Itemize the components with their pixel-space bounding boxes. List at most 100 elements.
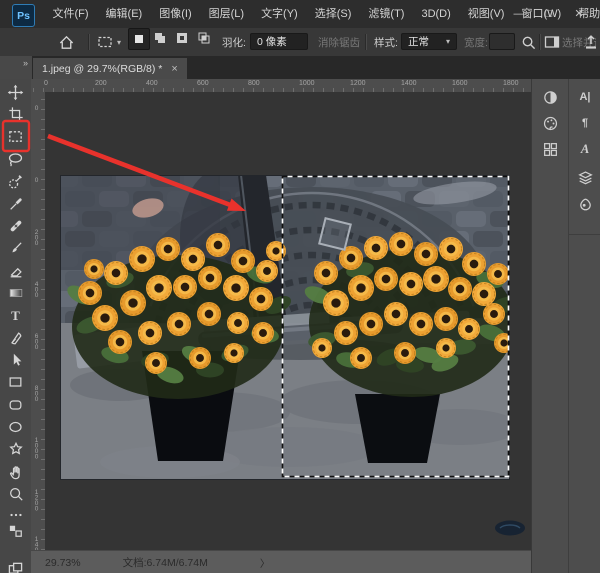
status-bar: 29.73% 文档:6.74M/6.74M 〉 [31,550,531,573]
ruler-tick-label: 400 [146,80,158,87]
maximize-button[interactable]: □ [534,0,564,28]
character-panel-icon[interactable]: A| [572,85,598,109]
default-swap-colors-icon[interactable] [3,520,28,542]
options-divider [365,34,367,50]
photoshop-window: Ps 文件(F)编辑(E)图像(I)图层(L)文字(Y)选择(S)滤镜(T)3D… [0,0,600,573]
menu-item[interactable]: 图像(I) [151,0,200,28]
layers-panel-icon[interactable] [572,165,598,189]
document-image-sunflowers[interactable] [60,175,510,480]
zoom-tool[interactable] [3,483,28,505]
menu-item[interactable]: 文字(Y) [253,0,307,28]
workspace-panel-icon[interactable] [544,28,560,56]
ruler-tick-label: 800 [33,385,40,402]
ruler-tick-label: 1800 [503,80,519,87]
options-divider [88,34,90,50]
swatches-panel-icon[interactable] [537,111,563,135]
minimize-button[interactable]: — [504,0,534,28]
horizontal-ruler[interactable]: 020040060080010001200140016001800 [33,79,531,93]
brush-tool[interactable] [3,237,28,259]
chevron-down-icon: ▾ [117,38,121,47]
ellipse-shape-tool[interactable] [3,416,28,438]
path-selection-tool[interactable] [3,349,28,371]
menu-item[interactable]: 编辑(E) [97,0,151,28]
custom-shape-tool[interactable] [3,438,28,460]
ruler-tick-label: 0 [33,105,40,111]
search-icon[interactable] [521,28,536,56]
panel-dock: A| ¶ A [531,79,600,573]
dock-divider [568,79,569,573]
tool-options-bar: ▾ 羽化: 0 像素 消除锯齿 样式: 正常 ▾ 宽度: 选择并遮住 [0,28,600,57]
ruler-tick-label: 1600 [452,80,468,87]
eyedropper-tool[interactable] [3,193,28,215]
menu-item[interactable]: 选择(S) [306,0,360,28]
ruler-tick-label: 200 [95,80,107,87]
ruler-tick-label: 0 [44,80,48,87]
rounded-rectangle-shape-tool[interactable] [3,394,28,416]
rectangle-shape-tool[interactable] [3,371,28,393]
menu-item[interactable]: 3D(D) [413,0,459,28]
feather-input[interactable]: 0 像素 [250,33,308,50]
document-tab-bar: » 1.jpeg @ 29.7%(RGB/8) * × [0,56,600,79]
lasso-tool[interactable] [3,148,28,170]
dock-divider [569,234,600,235]
close-button[interactable]: ✕ [564,0,594,28]
gradient-tool[interactable] [3,282,28,304]
screen-mode-icon[interactable] [3,557,28,573]
chevron-down-icon: ▾ [446,37,450,46]
rectangular-marquee-tool[interactable] [3,125,28,147]
menu-item[interactable]: 图层(L) [200,0,252,28]
move-tool[interactable] [3,81,28,103]
antialias-checkbox: 消除锯齿 [318,28,360,56]
ruler-tick-label: 1000 [299,80,315,87]
menu-item[interactable]: 文件(F) [44,0,97,28]
ruler-tick-label: 0 [33,177,40,183]
ruler-tick-label: 1200 [33,489,40,511]
toolbar-collapse-button[interactable]: » [0,56,32,79]
glyphs-panel-icon[interactable]: A [572,137,598,161]
eraser-tool[interactable] [3,260,28,282]
style-select[interactable]: 正常 ▾ [401,33,457,50]
feather-label: 羽化: [222,28,246,56]
ruler-tick-label: 1200 [350,80,366,87]
paragraph-panel-icon[interactable]: ¶ [572,111,598,135]
type-tool[interactable]: T [3,305,28,327]
document-size-info: 文档:6.74M/6.74M [123,555,208,570]
width-label: 宽度: [464,28,488,56]
pen-tool[interactable] [3,327,28,349]
ruler-tick-label: 600 [197,80,209,87]
ruler-tick-label: 600 [33,333,40,350]
document-tab-title: 1.jpeg @ 29.7%(RGB/8) * [42,63,162,75]
watermark-logo [492,517,528,537]
style-label: 样式: [374,28,398,56]
spot-healing-brush-tool[interactable] [3,215,28,237]
crop-tool[interactable] [3,103,28,125]
vertical-ruler[interactable]: 00200400600800100012001400 [31,92,46,550]
ruler-tick-label: 800 [248,80,260,87]
tools-panel: T [0,79,32,573]
tab-close-icon[interactable]: × [171,63,177,75]
window-controls: — □ ✕ [504,0,594,28]
quick-selection-tool[interactable] [3,170,28,192]
document-tab[interactable]: 1.jpeg @ 29.7%(RGB/8) * × [33,58,187,79]
share-icon[interactable] [584,28,598,56]
zoom-level-field[interactable]: 29.73% [45,557,81,569]
add-to-selection-button[interactable] [150,28,170,48]
ruler-tick-label: 200 [33,229,40,246]
ruler-tick-label: 400 [33,281,40,298]
subtract-from-selection-button[interactable] [172,28,192,48]
menu-item[interactable]: 滤镜(T) [360,0,413,28]
intersect-selection-button[interactable] [194,28,214,48]
adjustments-panel-icon[interactable] [537,85,563,109]
width-input [489,33,515,50]
hand-tool[interactable] [3,461,28,483]
marquee-preset-icon[interactable]: ▾ [97,28,121,56]
new-selection-button[interactable] [128,28,150,50]
title-bar: Ps 文件(F)编辑(E)图像(I)图层(L)文字(Y)选择(S)滤镜(T)3D… [0,0,600,29]
properties-panel-icon[interactable] [572,192,598,216]
options-divider [539,34,541,50]
style-value: 正常 [408,34,429,49]
home-icon[interactable] [58,28,75,56]
ruler-tick-label: 1000 [33,437,40,459]
libraries-panel-icon[interactable] [537,137,563,161]
status-options-chevron[interactable]: 〉 [260,555,270,570]
